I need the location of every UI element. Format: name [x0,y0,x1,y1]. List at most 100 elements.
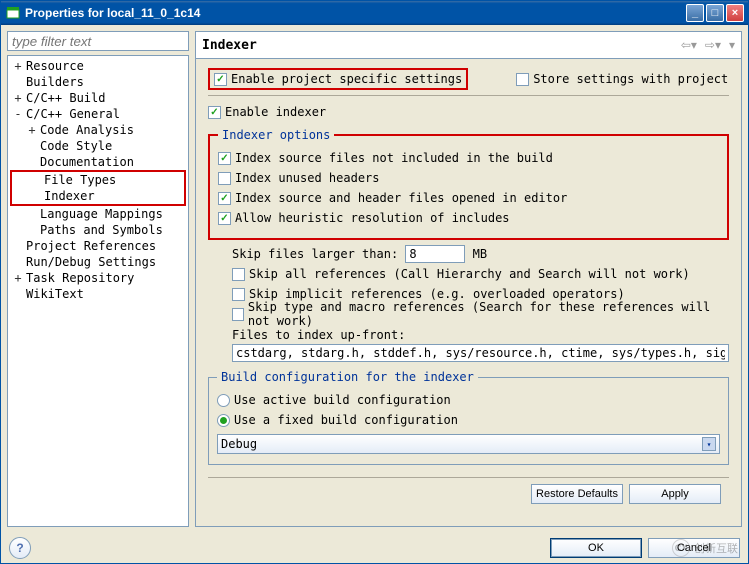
tree: +ResourceBuilders+C/C++ Build-C/C++ Gene… [7,55,189,527]
close-button[interactable]: × [726,4,744,22]
build-config-legend: Build configuration for the indexer [217,370,478,384]
watermark: CX 创新互联 [672,539,738,557]
watermark-logo-icon: CX [672,539,690,557]
tree-item-file-types[interactable]: File Types [12,172,184,188]
skip-larger-unit: MB [473,247,487,261]
nav-forward-icon[interactable]: ⇨▾ [705,38,721,52]
window-title: Properties for local_11_0_1c14 [25,6,684,20]
skip-larger-input[interactable] [405,245,465,263]
main-panel: Indexer ⇦▾ ⇨▾ ▾ ✓ Enable project specifi… [195,31,742,527]
enable-indexer-label: Enable indexer [225,105,326,119]
tree-item-indexer[interactable]: Indexer [12,188,184,204]
tree-item-label: File Types [42,173,118,187]
tree-item-c-c-general[interactable]: -C/C++ General [8,106,188,122]
tree-item-documentation[interactable]: Documentation [8,154,188,170]
skip-implicit-refs-checkbox[interactable] [232,288,245,301]
help-button[interactable]: ? [9,537,31,559]
skip-implicit-refs-label: Skip implicit references (e.g. overloade… [249,287,625,301]
use-active-label: Use active build configuration [234,393,451,407]
index-open-editor-checkbox[interactable]: ✓ [218,192,231,205]
tree-item-run-debug-settings[interactable]: Run/Debug Settings [8,254,188,270]
files-upfront-input[interactable] [232,344,729,362]
tree-item-label: WikiText [24,287,86,301]
panel-footer: Restore Defaults Apply [208,477,729,510]
skip-all-refs-checkbox[interactable] [232,268,245,281]
store-settings-label: Store settings with project [533,72,728,86]
tree-item-label: Language Mappings [38,207,165,221]
skip-type-macro-checkbox[interactable] [232,308,244,321]
indexer-options-legend: Indexer options [218,128,334,142]
index-unused-headers-checkbox[interactable] [218,172,231,185]
tree-item-label: C/C++ Build [24,91,107,105]
watermark-text: 创新互联 [694,540,738,556]
page-title: Indexer [202,38,681,53]
tree-item-label: Resource [24,59,86,73]
use-fixed-label: Use a fixed build configuration [234,413,458,427]
minimize-button[interactable]: _ [686,4,704,22]
tree-item-label: Builders [24,75,86,89]
tree-item-code-style[interactable]: Code Style [8,138,188,154]
filter-input[interactable] [7,31,189,51]
tree-item-label: Paths and Symbols [38,223,165,237]
tree-item-language-mappings[interactable]: Language Mappings [8,206,188,222]
tree-item-label: Indexer [42,189,97,203]
nav-menu-icon[interactable]: ▾ [729,38,735,52]
index-source-not-included-checkbox[interactable]: ✓ [218,152,231,165]
expand-icon[interactable]: + [12,91,24,105]
tree-item-c-c-build[interactable]: +C/C++ Build [8,90,188,106]
tree-item-label: Project References [24,239,158,253]
highlight-tree-selection: File Types Indexer [10,170,186,206]
tree-item-paths-and-symbols[interactable]: Paths and Symbols [8,222,188,238]
main-content: ✓ Enable project specific settings Store… [195,59,742,527]
indexer-options-group: Indexer options ✓ Index source files not… [208,128,729,240]
expand-icon[interactable]: + [26,123,38,137]
use-fixed-radio[interactable] [217,414,230,427]
allow-heuristic-checkbox[interactable]: ✓ [218,212,231,225]
bottom-bar: ? OK Cancel CX 创新互联 [1,533,748,563]
fixed-config-select[interactable]: Debug ▾ [217,434,720,454]
window-icon [5,5,21,21]
allow-heuristic-label: Allow heuristic resolution of includes [235,211,510,225]
properties-window: Properties for local_11_0_1c14 _ □ × +Re… [0,0,749,564]
enable-project-checkbox[interactable]: ✓ [214,73,227,86]
store-settings-checkbox[interactable] [516,73,529,86]
tree-item-label: Run/Debug Settings [24,255,158,269]
tree-item-label: Code Analysis [38,123,136,137]
enable-project-label: Enable project specific settings [231,72,462,86]
tree-item-builders[interactable]: Builders [8,74,188,90]
highlight-enable-project: ✓ Enable project specific settings [208,68,468,90]
main-header: Indexer ⇦▾ ⇨▾ ▾ [195,31,742,59]
restore-defaults-button[interactable]: Restore Defaults [531,484,623,504]
window-body: +ResourceBuilders+C/C++ Build-C/C++ Gene… [1,25,748,533]
tree-item-label: C/C++ General [24,107,122,121]
skip-type-macro-label: Skip type and macro references (Search f… [248,300,729,328]
index-open-editor-label: Index source and header files opened in … [235,191,567,205]
files-upfront-label: Files to index up-front: [232,328,729,342]
build-config-group: Build configuration for the indexer Use … [208,370,729,465]
tree-item-task-repository[interactable]: +Task Repository [8,270,188,286]
nav-arrows: ⇦▾ ⇨▾ ▾ [681,38,735,52]
chevron-down-icon: ▾ [702,437,716,451]
use-active-radio[interactable] [217,394,230,407]
expand-icon[interactable]: + [12,59,24,73]
apply-button[interactable]: Apply [629,484,721,504]
fixed-config-value: Debug [221,437,702,451]
tree-item-code-analysis[interactable]: +Code Analysis [8,122,188,138]
tree-item-project-references[interactable]: Project References [8,238,188,254]
skip-all-refs-label: Skip all references (Call Hierarchy and … [249,267,690,281]
maximize-button[interactable]: □ [706,4,724,22]
index-unused-headers-label: Index unused headers [235,171,380,185]
titlebar: Properties for local_11_0_1c14 _ □ × [1,1,748,25]
tree-item-label: Code Style [38,139,114,153]
tree-item-resource[interactable]: +Resource [8,58,188,74]
nav-back-icon[interactable]: ⇦▾ [681,38,697,52]
collapse-icon[interactable]: - [12,107,24,121]
index-source-not-included-label: Index source files not included in the b… [235,151,553,165]
tree-item-label: Task Repository [24,271,136,285]
ok-button[interactable]: OK [550,538,642,558]
tree-item-label: Documentation [38,155,136,169]
tree-item-wikitext[interactable]: WikiText [8,286,188,302]
sidebar: +ResourceBuilders+C/C++ Build-C/C++ Gene… [7,31,189,527]
expand-icon[interactable]: + [12,271,24,285]
enable-indexer-checkbox[interactable]: ✓ [208,106,221,119]
